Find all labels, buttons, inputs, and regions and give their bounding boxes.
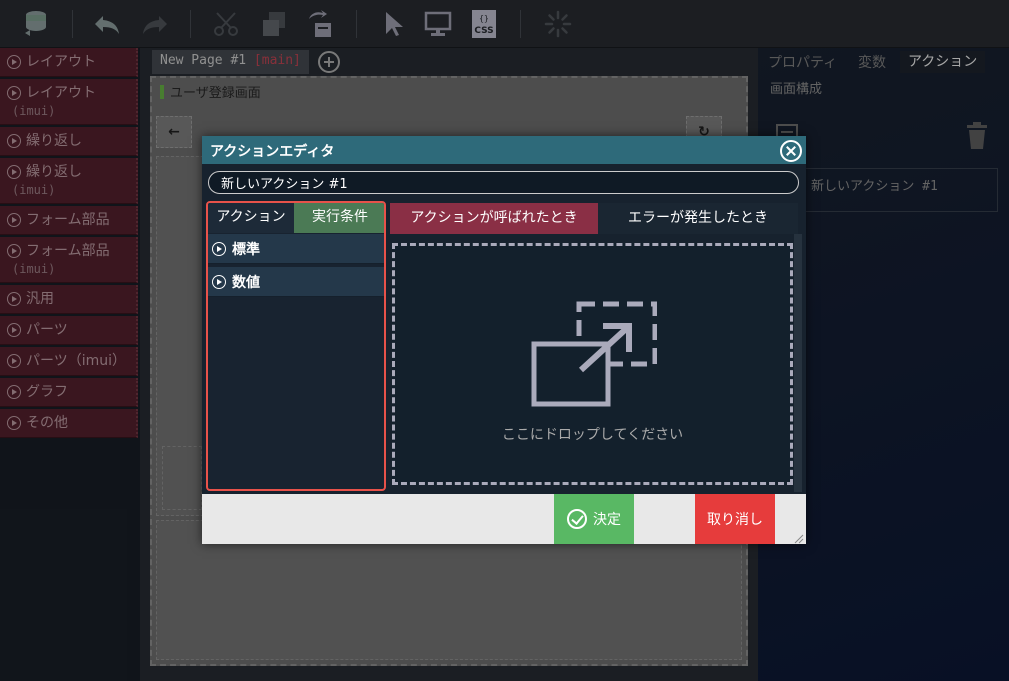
drop-hint: ここにドロップしてください bbox=[501, 427, 684, 443]
drop-target-icon bbox=[531, 300, 658, 412]
tab-on-error[interactable]: エラーが発生したとき bbox=[598, 203, 798, 234]
category-label: 数値 bbox=[232, 275, 260, 291]
dialog-title-bar[interactable]: アクションエディタ bbox=[202, 136, 806, 164]
tab-condition[interactable]: 実行条件 bbox=[294, 203, 384, 233]
category-label: 標準 bbox=[232, 242, 260, 258]
scrollbar[interactable] bbox=[794, 234, 802, 492]
action-library-panel: アクション 実行条件 標準 数値 bbox=[206, 201, 386, 491]
dialog-title: アクションエディタ bbox=[210, 144, 335, 160]
dialog-footer: 決定 取り消し bbox=[202, 494, 806, 544]
category-standard[interactable]: 標準 bbox=[208, 234, 384, 264]
check-circle-icon bbox=[567, 509, 587, 529]
ok-button[interactable]: 決定 bbox=[554, 494, 634, 544]
cancel-button[interactable]: 取り消し bbox=[695, 494, 775, 544]
tab-action[interactable]: アクション bbox=[208, 203, 294, 233]
category-numeric[interactable]: 数値 bbox=[208, 267, 384, 297]
play-circle-icon bbox=[212, 275, 226, 289]
action-drop-zone[interactable]: ここにドロップしてください bbox=[392, 243, 793, 485]
cancel-label: 取り消し bbox=[707, 512, 763, 528]
action-editor-dialog: アクションエディタ アクション 実行条件 標準 数値 アクションが呼ばれたとき … bbox=[202, 136, 806, 544]
action-name-input[interactable] bbox=[208, 171, 799, 194]
close-icon[interactable] bbox=[780, 140, 802, 162]
play-circle-icon bbox=[212, 242, 226, 256]
tab-on-called[interactable]: アクションが呼ばれたとき bbox=[390, 203, 598, 234]
ok-label: 決定 bbox=[593, 512, 621, 528]
resize-grip-icon[interactable] bbox=[794, 532, 804, 544]
